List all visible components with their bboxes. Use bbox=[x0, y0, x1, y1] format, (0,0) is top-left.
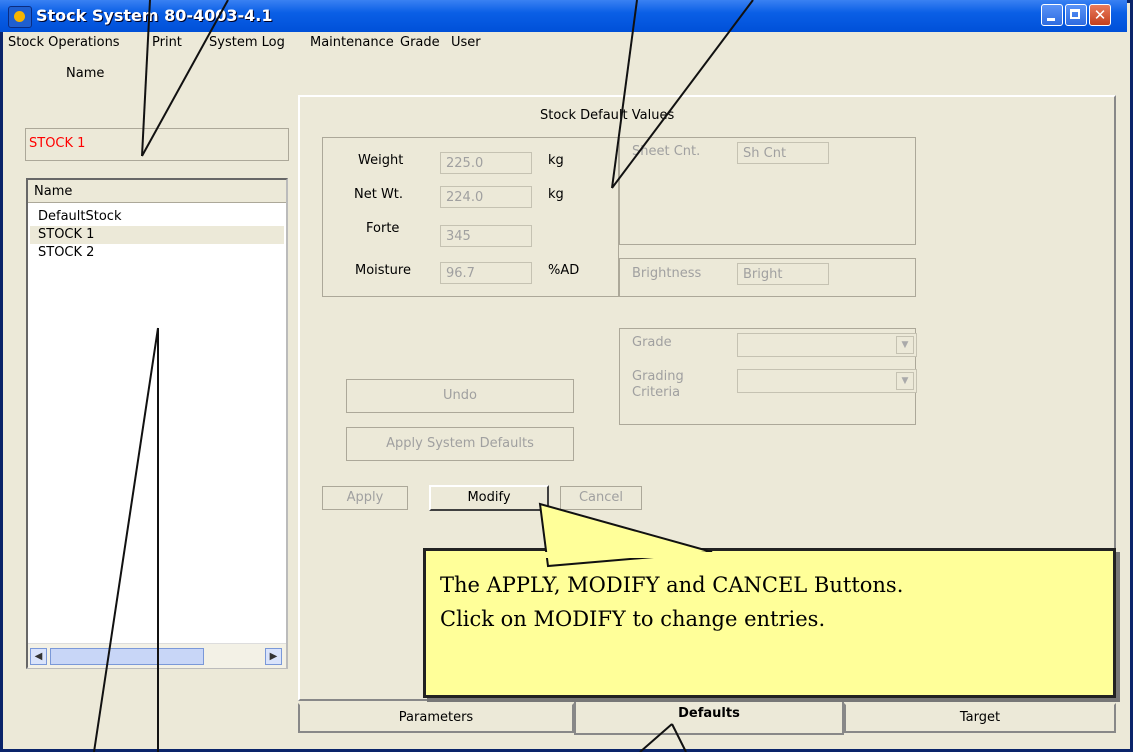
callout-text: The APPLY, MODIFY and CANCEL Buttons. Cl… bbox=[440, 568, 1100, 636]
annotation-pointers bbox=[93, 0, 754, 752]
pointer-line bbox=[141, 0, 229, 157]
callout-pointer-join bbox=[542, 552, 722, 558]
pointer-line bbox=[639, 723, 673, 752]
pointer-line bbox=[671, 723, 687, 752]
pointer-line bbox=[141, 0, 151, 157]
callout-line-1: The APPLY, MODIFY and CANCEL Buttons. bbox=[440, 573, 904, 597]
callout-line-2: Click on MODIFY to change entries. bbox=[440, 607, 826, 631]
pointer-line bbox=[93, 327, 159, 752]
